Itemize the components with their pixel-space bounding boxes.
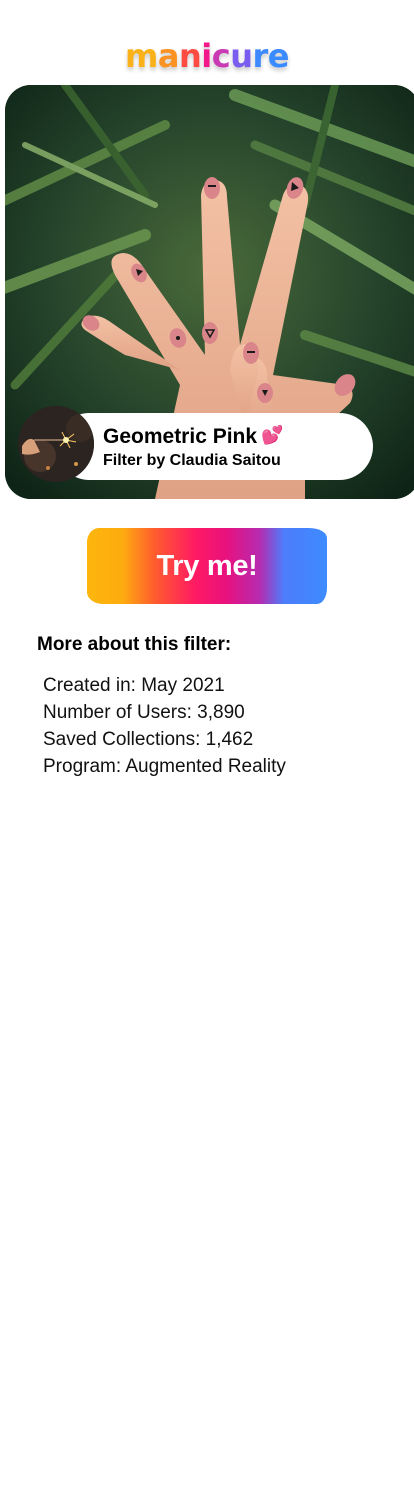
logo-letter: a xyxy=(157,37,180,75)
detail-collections: Saved Collections: 1,462 xyxy=(43,729,254,750)
logo-letter: m xyxy=(125,37,158,75)
two-hearts-icon: 💕 xyxy=(261,425,284,445)
details-list: Created in: May 2021 Number of Users: 3,… xyxy=(43,672,286,780)
detail-program: Program: Augmented Reality xyxy=(43,756,286,777)
app-logo[interactable]: manicure xyxy=(0,34,414,78)
logo-letter: u xyxy=(230,37,253,75)
filter-author[interactable]: Filter by Claudia Saitou xyxy=(103,450,281,472)
filter-page: manicure Geometric Pink 💕 Filter by Clau… xyxy=(0,0,414,1500)
logo-letter: i xyxy=(201,37,212,75)
logo-letter: r xyxy=(252,37,268,75)
sparkler-avatar-photo xyxy=(18,406,94,482)
filter-name-row: Geometric Pink 💕 xyxy=(103,421,283,451)
detail-created: Created in: May 2021 xyxy=(43,675,225,696)
filter-name: Geometric Pink xyxy=(103,425,258,448)
creator-avatar[interactable] xyxy=(18,406,94,482)
logo-letter: n xyxy=(178,37,202,75)
try-me-button[interactable]: Try me! xyxy=(87,528,327,604)
detail-users: Number of Users: 3,890 xyxy=(43,702,245,723)
logo-letter: e xyxy=(267,37,290,75)
logo-letter: c xyxy=(211,37,231,75)
details-heading: More about this filter: xyxy=(37,634,232,655)
creator-card[interactable]: Geometric Pink 💕 Filter by Claudia Saitou xyxy=(18,406,373,482)
